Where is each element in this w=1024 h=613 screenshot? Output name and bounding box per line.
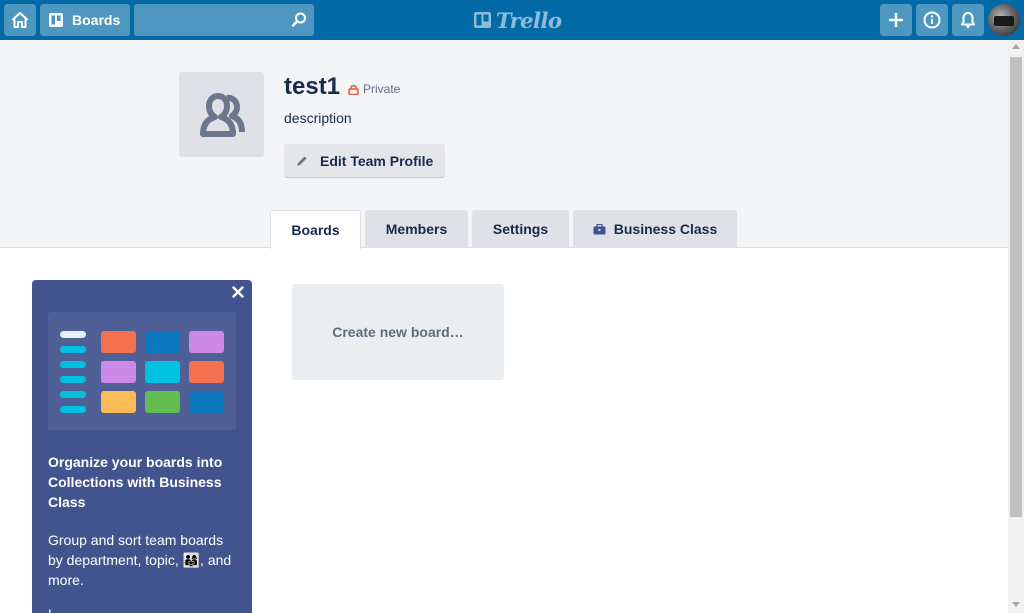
tab-settings[interactable]: Settings (472, 210, 569, 248)
scroll-thumb[interactable] (1010, 57, 1022, 517)
illustration-bar (60, 346, 86, 353)
pencil-icon (297, 156, 307, 166)
edit-team-profile-label: Edit Team Profile (320, 152, 434, 169)
illustration-bar (60, 361, 86, 368)
tab-business-class[interactable]: Business Class (573, 210, 737, 248)
boards-button[interactable]: Boards (40, 4, 130, 36)
illustration-tile (101, 361, 136, 383)
top-header: Boards Trello (0, 0, 1024, 40)
avatar-image (994, 16, 1014, 26)
bell-icon (961, 12, 975, 29)
illustration-bar (60, 331, 86, 338)
illustration-tile (145, 331, 180, 353)
scroll-down-arrow[interactable] (1012, 602, 1020, 607)
boards-button-label: Boards (72, 12, 121, 28)
tab-members[interactable]: Members (365, 210, 468, 248)
team-members-icon (199, 92, 245, 137)
tab-boards-label: Boards (291, 222, 340, 238)
illustration-tile (101, 331, 136, 353)
collections-illustration (48, 312, 236, 430)
illustration-tile (101, 391, 136, 413)
visibility-badge[interactable]: Private (348, 82, 400, 96)
trello-logo-text: Trello (496, 7, 562, 33)
illustration-bar (60, 391, 86, 398)
member-avatar[interactable] (988, 4, 1020, 36)
illustration-tile (145, 391, 180, 413)
team-description: description (284, 110, 352, 126)
illustration-tile (189, 361, 224, 383)
create-button[interactable] (880, 4, 912, 36)
home-icon (12, 12, 28, 28)
board-icon (49, 13, 63, 27)
lock-icon (348, 84, 359, 95)
edit-team-profile-button[interactable]: Edit Team Profile (284, 144, 445, 177)
close-icon[interactable] (232, 286, 244, 298)
create-new-board-label: Create new board… (332, 324, 464, 340)
notifications-button[interactable] (952, 4, 984, 36)
illustration-bar (60, 376, 86, 383)
illustration-tile (189, 391, 224, 413)
business-class-promo: Organize your boards into Collections wi… (32, 280, 252, 613)
team-avatar (179, 72, 264, 157)
tab-settings-label: Settings (492, 221, 549, 237)
plus-icon (889, 13, 903, 27)
home-button[interactable] (4, 4, 36, 36)
tab-business-class-label: Business Class (613, 221, 718, 237)
briefcase-icon (593, 223, 606, 234)
search-icon[interactable] (290, 11, 308, 29)
promo-body: Group and sort team boards by department… (48, 532, 232, 588)
promo-title: Organize your boards into Collections wi… (48, 454, 223, 510)
illustration-tile (189, 331, 224, 353)
page-scrollbar[interactable] (1008, 40, 1024, 613)
trello-logo-icon (474, 12, 491, 28)
promo-more[interactable]: L (48, 606, 56, 613)
illustration-tile (145, 361, 180, 383)
team-name: test1 (284, 73, 341, 100)
illustration-bar (60, 406, 86, 413)
visibility-label: Private (363, 82, 401, 96)
search-input[interactable] (134, 4, 314, 36)
create-new-board-tile[interactable]: Create new board… (292, 284, 504, 380)
tab-members-label: Members (385, 221, 448, 237)
scroll-up-arrow[interactable] (1012, 44, 1020, 49)
team-profile-header: test1 Private description Edit Team Prof… (0, 40, 1008, 249)
tab-boards[interactable]: Boards (270, 210, 361, 249)
info-icon (923, 11, 941, 29)
trello-logo[interactable]: Trello (474, 7, 562, 33)
info-button[interactable] (916, 4, 948, 36)
